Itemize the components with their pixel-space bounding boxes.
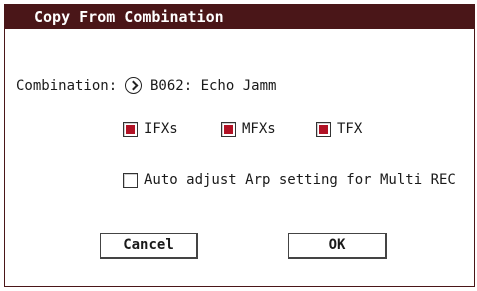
ifxs-checkbox-box[interactable] — [123, 122, 138, 137]
cancel-button[interactable]: Cancel — [100, 233, 198, 259]
chevron-right-icon — [128, 80, 139, 90]
mfxs-checkbox-label: MFXs — [242, 121, 276, 137]
combination-label: Combination: — [16, 78, 118, 94]
ok-button[interactable]: OK — [288, 233, 387, 259]
tfx-checkbox-box[interactable] — [316, 122, 331, 137]
combination-value: B062: Echo Jamm — [150, 78, 277, 94]
mfxs-checkbox-box[interactable] — [221, 122, 236, 137]
ifxs-checkbox[interactable]: IFXs — [123, 121, 193, 139]
dialog-title: Copy From Combination — [34, 8, 224, 26]
ifxs-checkbox-label: IFXs — [144, 121, 178, 137]
auto-adjust-arp-checkbox[interactable]: Auto adjust Arp setting for Multi REC — [123, 172, 468, 190]
combination-select-button[interactable] — [125, 77, 142, 94]
auto-adjust-arp-checkbox-label: Auto adjust Arp setting for Multi REC — [144, 172, 456, 188]
dialog-titlebar: Copy From Combination — [5, 5, 474, 29]
copy-from-combination-dialog: Copy From Combination Combination: B062:… — [4, 4, 475, 287]
auto-adjust-arp-checkbox-box[interactable] — [123, 173, 138, 188]
mfxs-checkbox[interactable]: MFXs — [221, 121, 293, 139]
tfx-checkbox[interactable]: TFX — [316, 121, 376, 139]
tfx-checkbox-label: TFX — [337, 121, 363, 137]
